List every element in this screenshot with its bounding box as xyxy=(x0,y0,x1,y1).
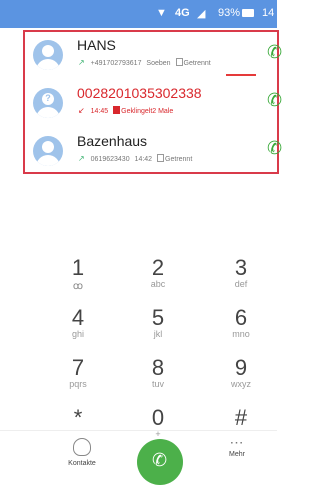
key-3[interactable]: 3 def xyxy=(195,255,287,305)
sim-icon xyxy=(157,154,165,162)
avatar xyxy=(33,40,63,70)
wifi-icon: ▼ xyxy=(156,7,167,19)
call-back-phone-icon[interactable]: ✆ xyxy=(267,138,285,158)
key-2[interactable]: 2 abc xyxy=(112,255,204,305)
key-6[interactable]: 6 mno xyxy=(195,305,287,355)
call-back-phone-icon[interactable]: ✆ xyxy=(267,90,285,110)
call-meta: ↙ 14:45 Geklingelt2 Male xyxy=(78,106,173,115)
key-5[interactable]: 5 jkl xyxy=(112,305,204,355)
sim-icon xyxy=(113,106,121,114)
contacts-label: Kontakte xyxy=(68,460,96,467)
call-number: +491702793617 xyxy=(90,60,142,67)
call-status: Geklingelt2 Male xyxy=(121,108,174,115)
contact-name: Bazenhaus xyxy=(77,133,148,149)
avatar xyxy=(33,136,63,166)
contact-name: 0028201035302338 xyxy=(77,85,202,101)
call-log-item[interactable]: ? 0028201035302338 ↙ 14:45 Geklingelt2 M… xyxy=(25,80,282,126)
call-status: Getrennt xyxy=(165,156,193,163)
outgoing-call-icon: ↗ xyxy=(78,58,85,67)
status-bar: ▼ 4G ◢ 93% 14 xyxy=(0,0,277,28)
call-log-item[interactable]: HANS ↗ +491702793617 Soeben Getrennt ✆ xyxy=(25,32,282,78)
outgoing-call-icon: ↗ xyxy=(78,154,85,163)
call-button[interactable]: ✆ xyxy=(137,439,183,485)
annotation-line xyxy=(226,74,256,76)
key-8[interactable]: 8 tuv xyxy=(112,355,204,405)
call-log-item[interactable]: Bazenhaus ↗ 0619623430 14:42 Getrennt ✆ xyxy=(25,128,282,174)
recent-calls-list: HANS ↗ +491702793617 Soeben Getrennt ✆ ?… xyxy=(23,30,282,174)
call-time: 14:42 xyxy=(134,156,153,163)
call-time: Soeben xyxy=(146,60,171,67)
avatar: ? xyxy=(33,88,63,118)
battery-percent: 93% xyxy=(218,7,241,19)
key-7[interactable]: 7 pqrs xyxy=(32,355,124,405)
contacts-icon xyxy=(73,438,91,456)
voicemail-icon: ꝏ xyxy=(72,281,84,292)
contact-name: HANS xyxy=(77,37,116,53)
key-9[interactable]: 9 wxyz xyxy=(195,355,287,405)
more-icon: ⋯ xyxy=(229,434,245,450)
call-meta: ↗ 0619623430 14:42 Getrennt xyxy=(78,154,192,163)
missed-call-icon: ↙ xyxy=(78,106,85,115)
call-meta: ↗ +491702793617 Soeben Getrennt xyxy=(78,58,211,67)
call-status: Getrennt xyxy=(183,60,211,67)
more-label: Mehr xyxy=(229,451,245,458)
key-4[interactable]: 4 ghi xyxy=(32,305,124,355)
contacts-button[interactable]: Kontakte xyxy=(52,432,112,467)
phone-icon: ✆ xyxy=(152,450,168,470)
sim-icon xyxy=(175,58,183,66)
signal-icon: ◢ xyxy=(197,8,206,20)
key-1[interactable]: 1 ꝏ xyxy=(32,255,124,305)
call-back-phone-icon[interactable]: ✆ xyxy=(267,42,285,62)
battery-icon xyxy=(242,9,254,17)
network-type: 4G xyxy=(175,7,190,19)
call-time: 14:45 xyxy=(90,108,109,115)
status-time: 14 xyxy=(262,7,275,19)
call-number: 0619623430 xyxy=(90,156,130,163)
more-button[interactable]: ⋯ Mehr xyxy=(207,432,267,458)
